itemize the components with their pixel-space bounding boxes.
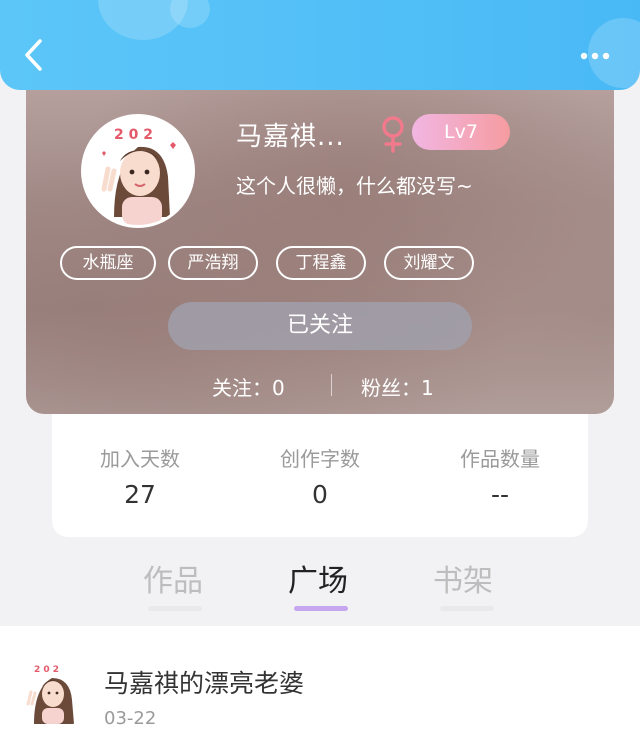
post-title[interactable]: 马嘉祺的漂亮老婆 <box>104 664 304 700</box>
svg-text:2 0 2: 2 0 2 <box>114 127 153 143</box>
tag-constellation[interactable]: 水瓶座 <box>60 246 156 280</box>
list-item[interactable]: 2 0 2 马嘉祺的漂亮老婆 03-22 <box>0 626 640 732</box>
tag-item[interactable]: 刘耀文 <box>384 246 474 280</box>
tab-works[interactable]: 作品 <box>143 556 203 600</box>
tab-indicator-inactive <box>148 606 202 611</box>
tag-item[interactable]: 丁程鑫 <box>276 246 366 280</box>
post-date: 03-22 <box>104 708 157 729</box>
post-avatar[interactable]: 2 0 2 <box>22 660 80 724</box>
stat-label: 作品数量 <box>460 447 540 471</box>
tag-item[interactable]: 严浩翔 <box>168 246 258 280</box>
stat-word-count: 创作字数 0 <box>240 443 400 509</box>
stat-label: 创作字数 <box>280 447 360 471</box>
stats-card: 加入天数 27 创作字数 0 作品数量 -- <box>52 395 588 537</box>
avatar[interactable]: 2 0 2 <box>81 114 195 228</box>
svg-text:2 0 2: 2 0 2 <box>34 665 59 675</box>
following-count[interactable]: 关注：0 <box>212 372 285 401</box>
profile-card: 2 0 2 马嘉祺... Lv7 这个人很懒，什么都没写~ 水瓶座 严浩翔 丁程… <box>26 66 614 414</box>
stat-value: 0 <box>312 480 328 509</box>
count-divider <box>331 374 332 396</box>
level-badge: Lv7 <box>412 114 510 150</box>
tab-indicator-active <box>294 606 348 611</box>
stat-works-count: 作品数量 -- <box>420 443 580 509</box>
tab-indicator-inactive <box>440 606 494 611</box>
header-bar <box>0 0 640 90</box>
tab-bookshelf[interactable]: 书架 <box>433 556 493 600</box>
stat-label: 加入天数 <box>100 447 180 471</box>
chevron-left-icon[interactable] <box>22 38 46 72</box>
more-dots-icon[interactable] <box>580 52 610 60</box>
tab-square[interactable]: 广场 <box>288 556 348 600</box>
profile-name: 马嘉祺... <box>236 122 345 152</box>
female-icon <box>382 116 404 153</box>
stat-join-days: 加入天数 27 <box>60 443 220 509</box>
stat-value: 27 <box>124 480 156 509</box>
stat-value: -- <box>490 480 510 509</box>
follow-button[interactable]: 已关注 <box>168 302 472 350</box>
fans-count[interactable]: 粉丝：1 <box>361 372 434 401</box>
profile-bio: 这个人很懒，什么都没写~ <box>236 174 473 198</box>
